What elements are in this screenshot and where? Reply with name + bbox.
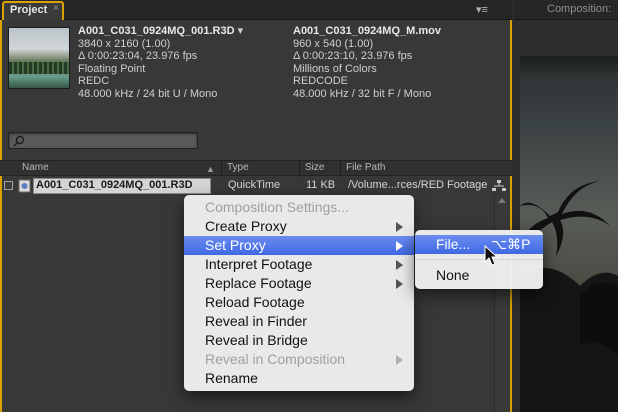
submenu-item-label: None [436, 267, 470, 283]
proxy-color: Millions of Colors [293, 62, 377, 75]
submenu-arrow-icon [396, 241, 403, 251]
menu-item-label: Create Proxy [205, 218, 287, 234]
proxy-name: A001_C031_0924MQ_M.mov [293, 25, 441, 37]
menu-item-label: Rename [205, 370, 258, 386]
column-size[interactable]: Size [305, 162, 324, 173]
context-menu: Composition Settings... Create Proxy Set… [184, 195, 414, 391]
submenu-arrow-icon [396, 260, 403, 270]
mouse-cursor-icon [484, 245, 498, 266]
footage-dropdown-icon[interactable]: ▾ [238, 25, 244, 37]
column-name[interactable]: Name [22, 162, 49, 173]
scroll-up-icon[interactable] [498, 198, 506, 203]
menu-item-rename[interactable]: Rename [184, 369, 414, 388]
tab-composition[interactable]: Composition: [514, 0, 618, 20]
menu-item-label: Set Proxy [205, 237, 266, 253]
column-path[interactable]: File Path [346, 162, 385, 173]
proxy-codec: REDCODE [293, 75, 349, 87]
proxy-audio: 48.000 kHz / 32 bit F / Mono [293, 87, 432, 100]
set-proxy-submenu: File... ⌥⌘P None [415, 230, 543, 289]
table-row[interactable]: A001_C031_0924MQ_001.R3D QuickTime 11 KB… [0, 178, 512, 195]
row-checkbox[interactable] [4, 181, 13, 190]
column-divider [340, 161, 341, 177]
footage-thumbnail [8, 27, 70, 89]
menu-item-label: Reload Footage [205, 294, 305, 310]
menu-item-label: Reveal in Bridge [205, 332, 308, 348]
menu-item-label: Reveal in Composition [205, 351, 346, 367]
sort-ascending-icon[interactable]: ▲ [206, 164, 215, 174]
tab-project-label: Project [10, 4, 48, 16]
viewer-shade [520, 56, 618, 76]
thumbnail-water [9, 76, 69, 88]
composition-panel: Composition: [514, 0, 618, 412]
submenu-item-label: File... [436, 236, 471, 252]
menu-item-reload-footage[interactable]: Reload Footage [184, 293, 414, 312]
menu-item-interpret-footage[interactable]: Interpret Footage [184, 255, 414, 274]
search-input[interactable] [8, 132, 198, 149]
footage-info: A001_C031_0924MQ_001.R3D ▾ 3840 x 2160 (… [78, 25, 243, 100]
thumbnail-treeline [9, 62, 69, 74]
column-type[interactable]: Type [227, 162, 249, 173]
close-icon[interactable]: × [53, 3, 59, 14]
footage-name: A001_C031_0924MQ_001.R3D [78, 25, 235, 37]
footage-audio: 48.000 kHz / 24 bit U / Mono [78, 87, 218, 100]
menu-item-label: Composition Settings... [205, 199, 349, 215]
footage-file-icon [18, 179, 31, 193]
menu-item-create-proxy[interactable]: Create Proxy [184, 217, 414, 236]
submenu-arrow-icon [396, 279, 403, 289]
panel-menu-icon[interactable]: ▾≡ [476, 3, 498, 16]
row-name[interactable]: A001_C031_0924MQ_001.R3D [36, 179, 193, 191]
submenu-arrow-icon [396, 355, 403, 365]
project-tab-bar: Project × ▾≡ [0, 0, 512, 20]
menu-item-replace-footage[interactable]: Replace Footage [184, 274, 414, 293]
search-icon [13, 135, 25, 147]
menu-item-set-proxy[interactable]: Set Proxy [184, 236, 414, 255]
row-size: 11 KB [306, 179, 336, 191]
submenu-item-none[interactable]: None [415, 266, 543, 285]
menu-item-label: Replace Footage [205, 275, 312, 291]
row-path: /Volume...rces/RED Footage [348, 179, 488, 191]
footage-duration: Δ 0:00:23:04, 23.976 fps [78, 50, 198, 62]
column-divider [299, 161, 300, 177]
menu-item-label: Reveal in Finder [205, 313, 307, 329]
submenu-item-file[interactable]: File... ⌥⌘P [415, 235, 543, 254]
menu-item-reveal-in-bridge[interactable]: Reveal in Bridge [184, 331, 414, 350]
footage-color: Floating Point [78, 62, 146, 75]
menu-item-composition-settings[interactable]: Composition Settings... [184, 198, 414, 217]
menu-item-label: Interpret Footage [205, 256, 313, 272]
footage-resolution: 3840 x 2160 (1.00) [78, 37, 171, 50]
menu-item-reveal-in-composition[interactable]: Reveal in Composition [184, 350, 414, 369]
flowchart-icon[interactable] [492, 180, 506, 192]
proxy-duration: Δ 0:00:23:10, 23.976 fps [293, 50, 413, 62]
vertical-scrollbar[interactable] [494, 196, 508, 412]
tab-project[interactable]: Project × [2, 1, 64, 20]
menu-separator [415, 259, 543, 260]
proxy-info: A001_C031_0924MQ_M.mov 960 x 540 (1.00) … [293, 25, 441, 100]
column-header: Name ▲ Type Size File Path [0, 160, 512, 177]
column-divider [221, 161, 222, 177]
submenu-arrow-icon [396, 222, 403, 232]
menu-item-reveal-in-finder[interactable]: Reveal in Finder [184, 312, 414, 331]
tab-composition-label: Composition: [547, 3, 612, 15]
row-type: QuickTime [228, 179, 281, 191]
footage-codec: REDC [78, 75, 110, 87]
proxy-resolution: 960 x 540 (1.00) [293, 37, 374, 50]
